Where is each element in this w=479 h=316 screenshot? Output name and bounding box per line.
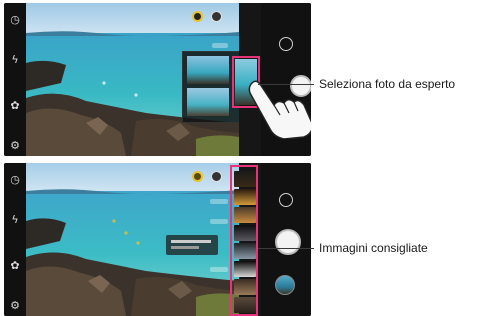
ai-cam-icon[interactable] [192, 171, 203, 182]
camera-screen-top: ◷ ϟ ✿ ⚙ [4, 3, 311, 156]
flash-off-icon[interactable]: ϟ [8, 53, 22, 67]
effects-icon[interactable]: ✿ [8, 259, 22, 273]
gallery-thumbnail[interactable] [275, 275, 295, 295]
expert-photo-option[interactable] [187, 56, 229, 84]
recommended-images-highlight [230, 165, 258, 316]
gear-icon[interactable]: ⚙ [8, 139, 22, 153]
camera-screen-bottom: ◷ ϟ ✿ ⚙ [4, 163, 311, 316]
left-toolbar: ◷ ϟ ✿ ⚙ [4, 3, 26, 156]
status-chip [210, 267, 228, 272]
shutter-button[interactable] [275, 229, 301, 255]
status-chip [210, 199, 228, 204]
right-controls [261, 163, 311, 316]
switch-camera-icon[interactable] [279, 37, 293, 51]
pointing-hand-icon [248, 80, 311, 139]
gear-icon[interactable]: ⚙ [8, 299, 22, 313]
status-chip [210, 219, 228, 224]
switch-camera-icon[interactable] [279, 193, 293, 207]
effects-icon[interactable]: ✿ [8, 99, 22, 113]
recommendation-tooltip [166, 235, 218, 255]
bottom-callout-label: Immagini consigliate [319, 241, 428, 255]
bottom-callout-line [258, 248, 314, 249]
left-toolbar: ◷ ϟ ✿ ⚙ [4, 163, 26, 316]
mode-icon[interactable] [211, 11, 222, 22]
expert-photo-option[interactable] [187, 88, 229, 116]
viewfinder[interactable] [26, 163, 239, 316]
top-callout-line [258, 84, 314, 85]
timer-icon[interactable]: ◷ [8, 13, 22, 27]
ai-cam-icon[interactable] [192, 11, 203, 22]
status-chip [212, 43, 228, 48]
mode-icon[interactable] [211, 171, 222, 182]
flash-off-icon[interactable]: ϟ [8, 213, 22, 227]
timer-icon[interactable]: ◷ [8, 173, 22, 187]
top-callout-label: Seleziona foto da esperto [319, 77, 456, 91]
